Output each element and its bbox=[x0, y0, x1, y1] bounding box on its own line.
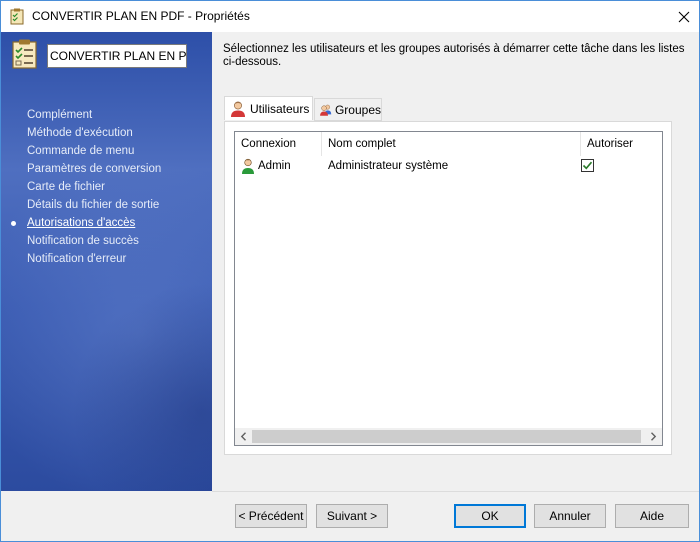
task-clipboard-icon bbox=[12, 39, 37, 69]
tab-groups-label: Groupes bbox=[334, 102, 381, 117]
user-icon bbox=[231, 101, 245, 117]
horizontal-scrollbar[interactable] bbox=[235, 428, 662, 445]
tab-users-label: Utilisateurs bbox=[250, 101, 310, 116]
sidebar-item-label: Paramètres de conversion bbox=[27, 163, 162, 175]
sidebar-item-error-notification[interactable]: Notification d'erreur bbox=[1, 250, 212, 268]
tab-groups[interactable]: Groupes bbox=[314, 98, 382, 121]
scrollbar-thumb[interactable] bbox=[252, 430, 641, 443]
sidebar-item-file-map[interactable]: Carte de fichier bbox=[1, 178, 212, 196]
clipboard-icon bbox=[10, 8, 24, 25]
table-row[interactable]: Admin Administrateur système bbox=[235, 156, 662, 176]
properties-dialog: CONVERTIR PLAN EN PDF - Propriétés CONVE… bbox=[0, 0, 700, 542]
help-button[interactable]: Aide bbox=[615, 504, 689, 528]
task-name-field[interactable]: CONVERTIR PLAN EN PDF bbox=[47, 44, 187, 68]
user-icon bbox=[242, 158, 254, 174]
sidebar-item-label: Autorisations d'accès bbox=[27, 217, 136, 229]
sidebar-item-label: Notification d'erreur bbox=[27, 253, 127, 265]
chevron-left-icon bbox=[240, 432, 246, 441]
sidebar: CONVERTIR PLAN EN PDF Complément Méthode… bbox=[1, 32, 212, 491]
chevron-right-icon bbox=[651, 432, 657, 441]
close-icon bbox=[678, 11, 690, 22]
close-button[interactable] bbox=[669, 1, 699, 32]
column-header-allow[interactable]: Autoriser bbox=[581, 132, 662, 156]
sidebar-item-label: Méthode d'exécution bbox=[27, 127, 133, 139]
list-header: Connexion Nom complet Autoriser bbox=[235, 132, 662, 156]
previous-button[interactable]: < Précédent bbox=[235, 504, 307, 528]
column-header-full-name[interactable]: Nom complet bbox=[322, 132, 581, 156]
sidebar-nav: Complément Méthode d'exécution Commande … bbox=[1, 106, 212, 268]
users-list[interactable]: Connexion Nom complet Autoriser Admin Ad… bbox=[234, 131, 663, 446]
ok-button[interactable]: OK bbox=[454, 504, 526, 528]
active-bullet-icon bbox=[11, 221, 16, 226]
cell-full-name: Administrateur système bbox=[328, 160, 449, 172]
sidebar-item-label: Carte de fichier bbox=[27, 181, 105, 193]
cell-login: Admin bbox=[258, 160, 291, 172]
cancel-button[interactable]: Annuler bbox=[534, 504, 606, 528]
sidebar-item-complement[interactable]: Complément bbox=[1, 106, 212, 124]
checkmark-icon bbox=[582, 161, 593, 170]
sidebar-item-access-permissions[interactable]: Autorisations d'accès bbox=[1, 214, 212, 232]
tab-users[interactable]: Utilisateurs bbox=[224, 96, 313, 120]
group-icon bbox=[320, 104, 332, 116]
next-button[interactable]: Suivant > bbox=[316, 504, 388, 528]
window-title: CONVERTIR PLAN EN PDF - Propriétés bbox=[32, 9, 250, 23]
allow-checkbox[interactable] bbox=[581, 159, 594, 172]
sidebar-item-execution-method[interactable]: Méthode d'exécution bbox=[1, 124, 212, 142]
scroll-left-button[interactable] bbox=[235, 428, 252, 445]
sidebar-item-label: Détails du fichier de sortie bbox=[27, 199, 160, 211]
sidebar-item-label: Commande de menu bbox=[27, 145, 135, 157]
sidebar-item-label: Notification de succès bbox=[27, 235, 139, 247]
users-tab-panel: Connexion Nom complet Autoriser Admin Ad… bbox=[224, 121, 672, 455]
scroll-right-button[interactable] bbox=[645, 428, 662, 445]
sidebar-item-success-notification[interactable]: Notification de succès bbox=[1, 232, 212, 250]
sidebar-item-menu-command[interactable]: Commande de menu bbox=[1, 142, 212, 160]
sidebar-item-output-file-details[interactable]: Détails du fichier de sortie bbox=[1, 196, 212, 214]
page-description: Sélectionnez les utilisateurs et les gro… bbox=[223, 43, 685, 68]
sidebar-item-conversion-settings[interactable]: Paramètres de conversion bbox=[1, 160, 212, 178]
title-bar: CONVERTIR PLAN EN PDF - Propriétés bbox=[1, 1, 699, 32]
sidebar-item-label: Complément bbox=[27, 109, 93, 121]
column-header-login[interactable]: Connexion bbox=[235, 132, 322, 156]
